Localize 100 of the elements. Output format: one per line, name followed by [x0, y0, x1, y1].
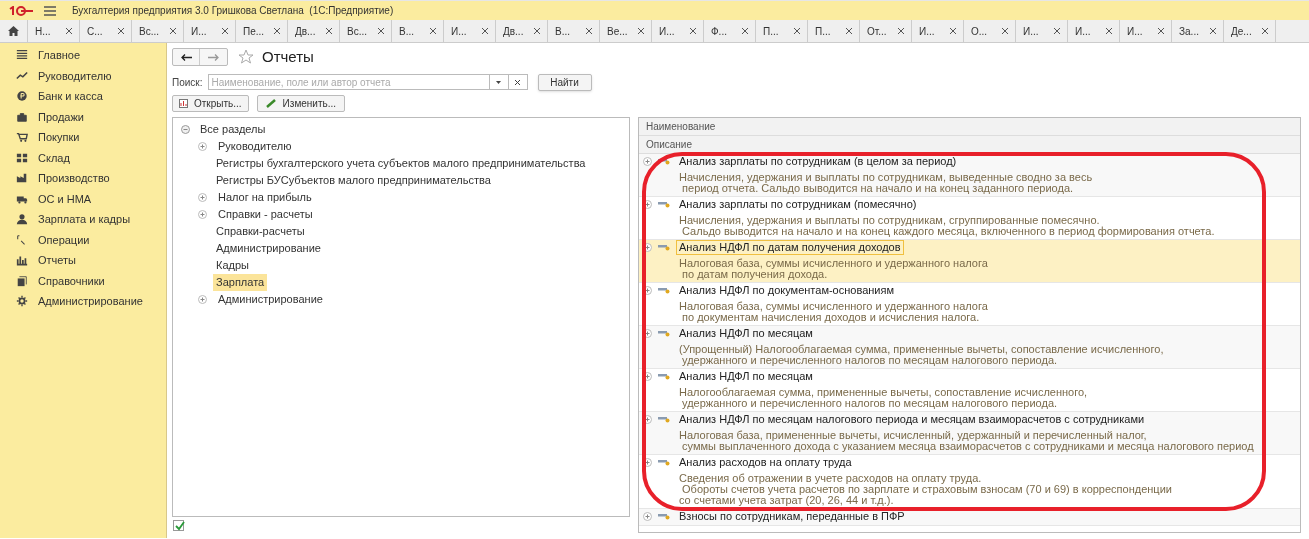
report-row[interactable]: Анализ НДФЛ по месяцам (Упрощенный) Налогооблагаемая сумма, примененные вычеты, сопоставление исчисленного, удержанного и перечисленного налогов по месяцам налогового периода.: [639, 326, 1300, 369]
report-row[interactable]: [639, 197, 1300, 240]
open-tab[interactable]: И...: [1068, 20, 1120, 42]
expand-icon[interactable]: [198, 193, 207, 202]
close-icon[interactable]: [1106, 28, 1112, 34]
open-tab[interactable]: Вс...: [340, 20, 392, 42]
open-tab[interactable]: Вс...: [132, 20, 184, 42]
tree-item[interactable]: Администрирование: [215, 291, 326, 308]
close-icon[interactable]: [66, 28, 72, 34]
open-tab[interactable]: За...: [1172, 20, 1224, 42]
report-row[interactable]: [639, 412, 1300, 455]
checkbox[interactable]: [173, 520, 184, 531]
open-tab[interactable]: И...: [1016, 20, 1068, 42]
find-button[interactable]: Найти: [537, 73, 592, 91]
close-icon[interactable]: [326, 28, 332, 34]
open-tab[interactable]: Дв...: [496, 20, 548, 42]
tree-item[interactable]: Администрирование: [213, 240, 324, 257]
open-tab[interactable]: И...: [652, 20, 704, 42]
open-tab[interactable]: И...: [184, 20, 236, 42]
close-icon[interactable]: [794, 28, 800, 34]
tree-item[interactable]: Справки-расчеты: [213, 223, 308, 240]
close-icon[interactable]: [690, 28, 696, 34]
expand-icon[interactable]: [643, 457, 652, 467]
report-row[interactable]: Анализ зарплаты по сотрудникам (в целом за период) Начисления, удержания и выплаты по сотрудникам, выведенные сводно за весь период отчета. Сальдо выводится на начало и на конец заданного периода.: [639, 154, 1300, 197]
close-icon[interactable]: [378, 28, 384, 34]
tree-item[interactable]: Руководителю: [215, 138, 295, 155]
search-field[interactable]: Наименование, поле или автор отчета: [207, 74, 490, 90]
open-tab[interactable]: И...: [912, 20, 964, 42]
report-row[interactable]: Анализ НДФЛ по месяцам Налогооблагаемая сумма, примененные вычеты, сопоставление исчисленного, удержанного и перечисленного налогов по месяцам налогового периода.: [639, 369, 1300, 412]
report-row[interactable]: Анализ НДФЛ по документам-основаниям Налоговая база, суммы исчисленного и удержанного налога по документам начисления доходов и исчисления налога.: [639, 283, 1300, 326]
report-row[interactable]: Анализ НДФЛ по датам получения доходов Налоговая база, суммы исчисленного и удержанного налога по датам получения дохода.: [639, 240, 1300, 283]
close-icon[interactable]: [742, 28, 748, 34]
star-icon[interactable]: [238, 49, 254, 65]
tree-item[interactable]: Кадры: [213, 257, 252, 274]
open-tab[interactable]: Ф...: [704, 20, 756, 42]
close-icon[interactable]: [846, 28, 852, 34]
report-row[interactable]: Взносы по сотрудникам, переданные в ПФР: [639, 509, 1300, 526]
close-icon[interactable]: [1002, 28, 1008, 34]
close-icon[interactable]: [586, 28, 592, 34]
open-tab[interactable]: П...: [808, 20, 860, 42]
close-icon[interactable]: [222, 28, 228, 34]
close-icon[interactable]: [534, 28, 540, 34]
close-icon[interactable]: [1158, 28, 1164, 34]
tree-item[interactable]: Регистры БУСубъектов малого предпринимательства: [213, 172, 494, 189]
tree-item[interactable]: Все разделы: [200, 121, 266, 138]
expand-icon[interactable]: [643, 242, 652, 252]
open-tab[interactable]: Дв...: [288, 20, 340, 42]
close-icon[interactable]: [898, 28, 904, 34]
column-header[interactable]: Описание: [639, 136, 1300, 154]
sidebar-item[interactable]: Администрирование: [0, 291, 166, 312]
expand-icon[interactable]: [643, 414, 652, 424]
open-tab[interactable]: И...: [444, 20, 496, 42]
close-icon[interactable]: [118, 28, 124, 34]
close-icon[interactable]: [170, 28, 176, 34]
sidebar-item[interactable]: Операции: [0, 229, 166, 250]
open-tab[interactable]: П...: [756, 20, 808, 42]
sidebar-item[interactable]: Руководителю: [0, 65, 166, 86]
expand-icon[interactable]: [643, 285, 652, 295]
sidebar-item[interactable]: ОС и НМА: [0, 188, 166, 209]
expand-icon[interactable]: [198, 295, 207, 304]
tree-item[interactable]: Регистры бухгалтерского учета субъектов малого предпринимательства: [213, 155, 589, 172]
sidebar-item[interactable]: Главное: [0, 45, 166, 66]
close-icon[interactable]: [950, 28, 956, 34]
open-tab[interactable]: Ве...: [600, 20, 652, 42]
sidebar-item[interactable]: Склад: [0, 147, 166, 168]
close-icon[interactable]: [482, 28, 488, 34]
open-tab[interactable]: С...: [80, 20, 132, 42]
close-icon[interactable]: [638, 28, 644, 34]
open-tab[interactable]: В...: [392, 20, 444, 42]
open-tab[interactable]: И...: [1120, 20, 1172, 42]
report-row[interactable]: [639, 455, 1300, 509]
sidebar-item[interactable]: Банк и касса: [0, 86, 166, 107]
collapse-icon[interactable]: [181, 125, 190, 134]
tree-item[interactable]: Зарплата: [213, 274, 268, 291]
close-icon[interactable]: [430, 28, 436, 34]
open-tab[interactable]: В...: [548, 20, 600, 42]
edit-button[interactable]: Изменить...: [256, 95, 346, 112]
open-tab[interactable]: О...: [964, 20, 1016, 42]
expand-icon[interactable]: [643, 371, 652, 381]
tree-item[interactable]: Справки - расчеты: [215, 206, 316, 223]
sidebar-item[interactable]: Зарплата и кадры: [0, 209, 166, 230]
open-tab[interactable]: От...: [860, 20, 912, 42]
sidebar-item[interactable]: Покупки: [0, 127, 166, 148]
close-icon[interactable]: [1210, 28, 1216, 34]
close-icon[interactable]: [274, 28, 280, 34]
open-tab[interactable]: Де...: [1224, 20, 1276, 42]
open-button[interactable]: Открыть...: [172, 95, 249, 112]
column-header[interactable]: Наименование: [639, 118, 1300, 136]
expand-icon[interactable]: [643, 156, 652, 166]
open-tab[interactable]: Н...: [28, 20, 80, 42]
sidebar-item[interactable]: Продажи: [0, 106, 166, 127]
expand-icon[interactable]: [643, 199, 652, 209]
expand-icon[interactable]: [643, 328, 652, 338]
open-tab[interactable]: Пе...: [236, 20, 288, 42]
menu-icon[interactable]: [44, 5, 56, 16]
close-icon[interactable]: [1054, 28, 1060, 34]
expand-icon[interactable]: [643, 511, 652, 521]
expand-icon[interactable]: [198, 210, 207, 219]
sidebar-item[interactable]: Производство: [0, 168, 166, 189]
expand-icon[interactable]: [198, 142, 207, 151]
